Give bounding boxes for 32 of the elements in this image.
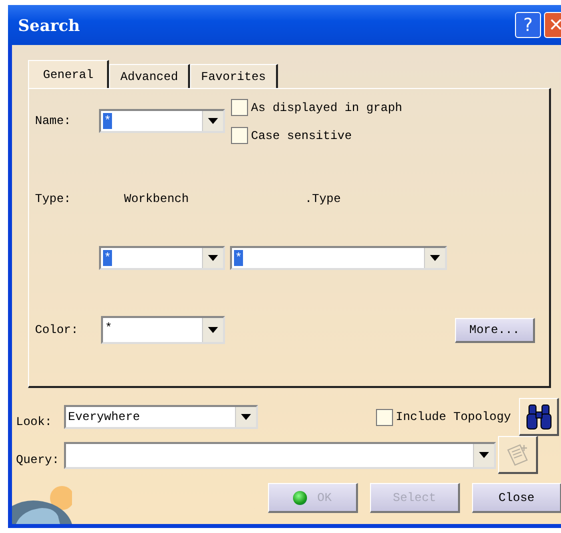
tab[interactable]: Favorites bbox=[190, 64, 278, 88]
column-heading: Workbench bbox=[124, 192, 189, 206]
checkbox-label: Include Topology bbox=[396, 410, 511, 424]
help-button[interactable]: ? bbox=[515, 12, 541, 38]
type-combo[interactable]: * bbox=[230, 246, 447, 270]
column-heading: .Type bbox=[304, 192, 341, 206]
checkbox-label: Case sensitive bbox=[251, 128, 352, 142]
tab[interactable]: Advanced bbox=[109, 64, 190, 88]
tab[interactable]: General bbox=[28, 60, 110, 88]
color-combo[interactable]: * bbox=[101, 316, 225, 344]
checkbox[interactable] bbox=[376, 408, 393, 426]
globe-drawing bbox=[12, 484, 72, 524]
binoculars-icon bbox=[526, 402, 552, 430]
look-combo[interactable]: Everywhere bbox=[64, 405, 258, 429]
checkbox-label: As displayed in graph bbox=[251, 100, 402, 114]
field-label: Look: bbox=[16, 415, 54, 429]
checkbox[interactable] bbox=[231, 99, 248, 116]
field-label: Type: bbox=[35, 192, 72, 206]
edit-query-button[interactable] bbox=[498, 436, 538, 474]
dialog-button[interactable]: Close bbox=[472, 483, 561, 513]
status-dot-icon bbox=[293, 490, 308, 504]
search-button[interactable] bbox=[519, 398, 559, 436]
checkbox[interactable] bbox=[231, 127, 248, 144]
field-label: Color: bbox=[35, 323, 80, 337]
more-button[interactable]: More... bbox=[455, 318, 535, 342]
close-button[interactable]: ✕ bbox=[544, 12, 561, 38]
workbench-combo[interactable]: * bbox=[99, 246, 225, 270]
field-label: Query: bbox=[16, 453, 60, 467]
notepad-icon bbox=[504, 442, 530, 468]
name-combo[interactable]: * bbox=[99, 109, 225, 133]
window-title: Search bbox=[18, 16, 81, 34]
field-label: Name: bbox=[35, 114, 72, 128]
